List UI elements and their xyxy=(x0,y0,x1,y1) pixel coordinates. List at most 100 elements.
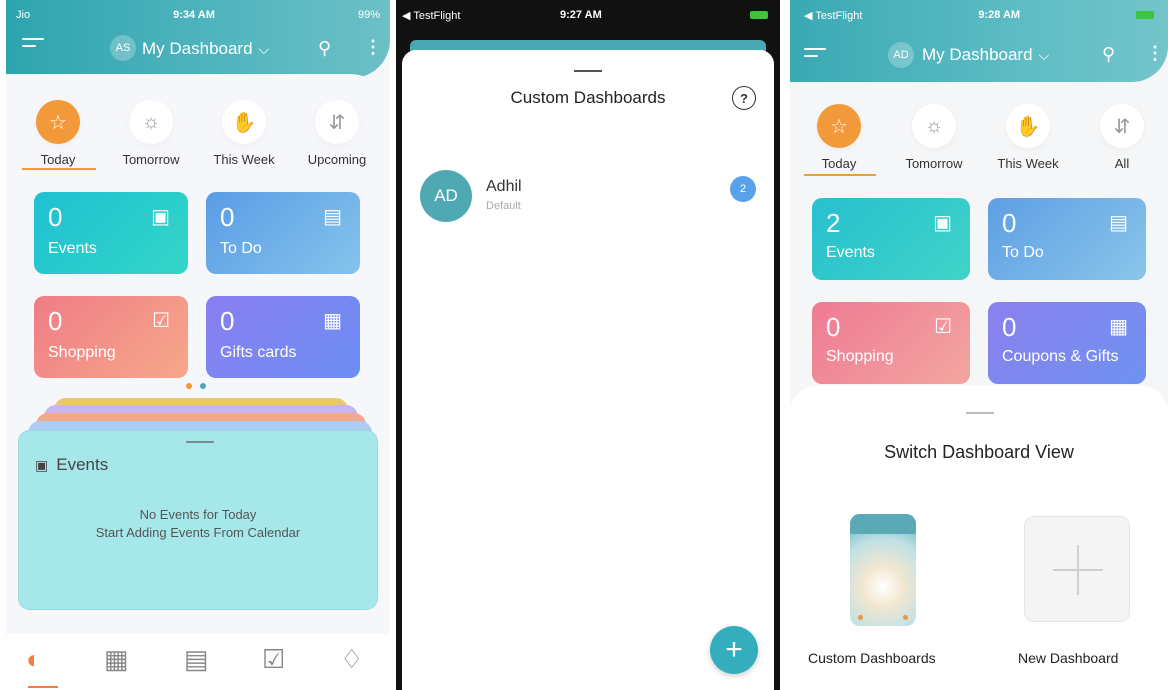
nav-shopping-icon[interactable]: ☑ xyxy=(262,644,285,675)
shopping-tile[interactable]: 0 Shopping ☑ xyxy=(812,302,970,384)
carrier: Jio xyxy=(16,9,31,21)
gift-cards-tile[interactable]: 0 Gifts cards ▦ xyxy=(206,296,360,378)
tab-today[interactable]: ☆ Today xyxy=(814,104,864,171)
tile-count: 0 xyxy=(220,306,235,336)
tab-label: Tomorrow xyxy=(122,152,180,167)
custom-dashboards-label[interactable]: Custom Dashboards xyxy=(808,650,936,666)
back-app-label: TestFlight xyxy=(815,9,863,22)
menu-icon[interactable] xyxy=(804,48,826,62)
avatar[interactable]: AD xyxy=(888,42,914,68)
dashboard-screen: AS My Dashboard ⌵ ⚲ ⋮ Jio 9:34 AM 99% ☆ … xyxy=(6,0,390,690)
tab-label: All xyxy=(1114,156,1130,171)
tab-upcoming[interactable]: ⇵ Upcoming xyxy=(302,100,372,167)
checklist-icon: ▤ xyxy=(323,206,342,228)
todo-tile[interactable]: 0 To Do ▤ xyxy=(988,198,1146,280)
tab-label: Today xyxy=(40,152,76,167)
menu-icon[interactable] xyxy=(22,38,44,54)
more-icon[interactable]: ⋮ xyxy=(364,37,382,58)
status-bar: Jio 9:34 AM 99% xyxy=(6,0,390,30)
tile-count: 0 xyxy=(48,306,63,336)
tile-label: Coupons & Gifts xyxy=(1002,348,1119,365)
search-icon[interactable]: ⚲ xyxy=(318,38,331,59)
megaphone-icon: ✋ xyxy=(1006,104,1050,148)
nav-indicator xyxy=(28,686,58,688)
tile-count: 0 xyxy=(48,202,63,232)
status-time: 9:27 AM xyxy=(560,9,602,21)
more-icon[interactable]: ⋮ xyxy=(1146,43,1164,64)
coupons-gifts-tile[interactable]: 0 Coupons & Gifts ▦ xyxy=(988,302,1146,384)
plus-icon xyxy=(1077,545,1079,595)
todo-tile[interactable]: 0 To Do ▤ xyxy=(206,192,360,274)
add-dashboard-button[interactable]: + xyxy=(710,626,758,674)
events-tile[interactable]: 2 Events ▣ xyxy=(812,198,970,280)
sheet-title: Switch Dashboard View xyxy=(884,442,1074,462)
page-indicator xyxy=(186,383,206,389)
status-bar: ◀ TestFlight 9:27 AM xyxy=(396,0,780,42)
tile-label: To Do xyxy=(1002,244,1044,261)
search-icon[interactable]: ⚲ xyxy=(1102,44,1115,65)
star-icon: ☆ xyxy=(36,100,80,144)
tab-label: Upcoming xyxy=(307,152,367,167)
events-tile[interactable]: 0 Events ▣ xyxy=(34,192,188,274)
sun-icon: ☼ xyxy=(912,104,956,148)
dashboard-selector[interactable]: My Dashboard ⌵ xyxy=(142,39,269,59)
new-dashboard-label[interactable]: New Dashboard xyxy=(1018,650,1118,666)
dashboard-avatar: AD xyxy=(420,170,472,222)
drag-handle[interactable] xyxy=(966,412,994,414)
tile-count: 0 xyxy=(220,202,235,232)
nav-dashboard-icon[interactable]: ◐ xyxy=(26,644,42,675)
chevron-down-icon: ⌵ xyxy=(258,40,270,57)
tab-label: Today xyxy=(821,156,857,171)
tile-count: 0 xyxy=(1002,208,1017,238)
tab-this-week[interactable]: ✋ This Week xyxy=(990,104,1066,171)
events-title-text: Events xyxy=(56,455,109,474)
preview-header xyxy=(850,514,916,534)
dashboard-title: My Dashboard xyxy=(922,45,1033,64)
star-icon: ☆ xyxy=(817,104,861,148)
tab-indicator xyxy=(22,168,96,170)
tab-tomorrow[interactable]: ☼ Tomorrow xyxy=(118,100,184,167)
switch-view-screen: AD My Dashboard ⌵ ⚲ ⋮ ◀ TestFlight 9:28 … xyxy=(790,0,1168,690)
custom-dashboards-screen: ◀ TestFlight 9:27 AM Custom Dashboards ?… xyxy=(396,0,780,690)
events-panel[interactable]: ▣ Events No Events for Today Start Addin… xyxy=(18,430,378,610)
tile-label: Events xyxy=(826,244,875,261)
page-dot xyxy=(200,383,206,389)
tile-label: Gifts cards xyxy=(220,344,297,361)
status-time: 9:34 AM xyxy=(173,9,215,21)
preview-dot xyxy=(903,615,908,620)
checklist-icon: ▤ xyxy=(1109,212,1128,234)
avatar[interactable]: AS xyxy=(110,35,136,61)
nav-bell-icon[interactable]: ♢ xyxy=(340,644,363,675)
tile-label: Shopping xyxy=(826,348,894,365)
drag-handle[interactable] xyxy=(574,70,602,72)
tab-this-week[interactable]: ✋ This Week xyxy=(206,100,282,167)
switch-view-sheet: Switch Dashboard View Custom Dashboards … xyxy=(790,386,1168,690)
dashboard-selector[interactable]: My Dashboard ⌵ xyxy=(922,45,1049,65)
help-icon[interactable]: ? xyxy=(732,86,756,110)
megaphone-icon: ✋ xyxy=(222,100,266,144)
tile-label: To Do xyxy=(220,240,262,257)
tab-today[interactable]: ☆ Today xyxy=(34,100,82,167)
shopping-tile[interactable]: 0 Shopping ☑ xyxy=(34,296,188,378)
status-bar: ◀ TestFlight 9:28 AM xyxy=(790,0,1168,30)
new-dashboard-option[interactable] xyxy=(1024,516,1130,622)
tab-all[interactable]: ⇵ All xyxy=(1100,104,1144,171)
tab-indicator xyxy=(804,174,876,176)
back-to-app[interactable]: ◀ TestFlight xyxy=(402,9,460,22)
preview-dot xyxy=(858,615,863,620)
tab-tomorrow[interactable]: ☼ Tomorrow xyxy=(898,104,970,171)
tab-label: This Week xyxy=(997,156,1059,171)
dashboard-subtitle: Default xyxy=(486,200,521,212)
tile-label: Shopping xyxy=(48,344,116,361)
custom-dashboards-option[interactable] xyxy=(850,514,916,626)
nav-calendar-icon[interactable]: ▦ xyxy=(104,644,129,675)
custom-dashboards-sheet: Custom Dashboards ? AD Adhil Default 2 + xyxy=(402,50,774,690)
tab-label: This Week xyxy=(213,152,275,167)
nav-checklist-icon[interactable]: ▤ xyxy=(184,644,209,675)
gift-icon: ▦ xyxy=(1109,316,1128,338)
sun-icon: ☼ xyxy=(129,100,173,144)
tile-label: Events xyxy=(48,240,97,257)
dashboard-title: My Dashboard xyxy=(142,39,253,58)
back-to-app[interactable]: ◀ TestFlight xyxy=(804,9,862,22)
drag-handle[interactable] xyxy=(186,441,214,443)
